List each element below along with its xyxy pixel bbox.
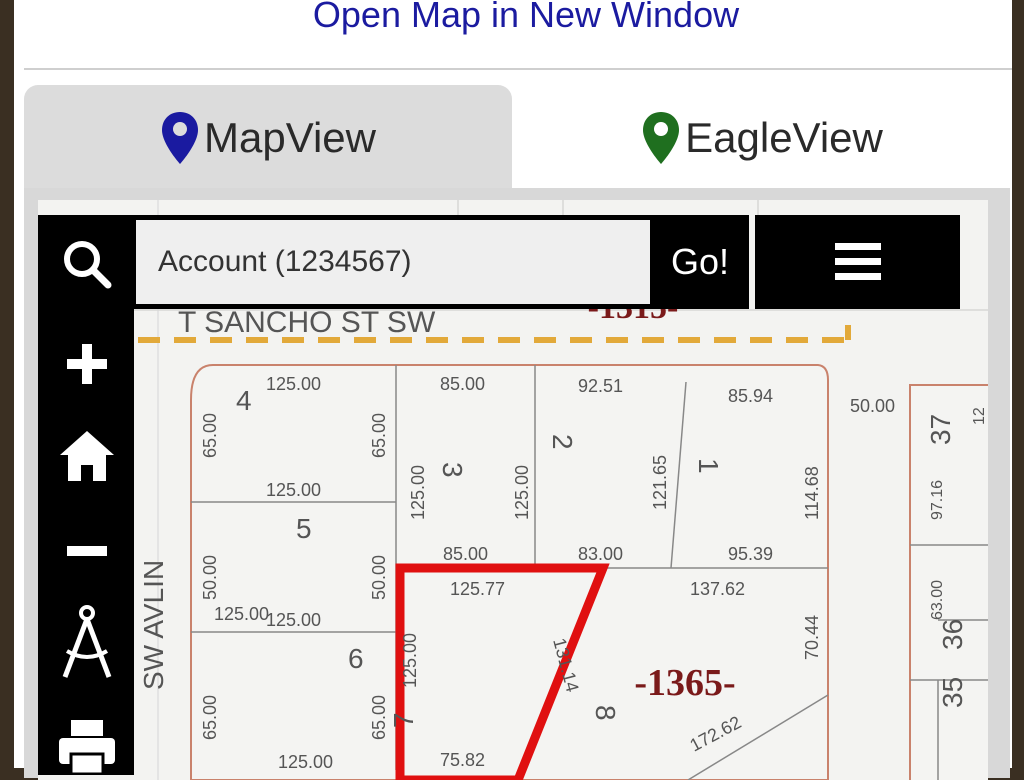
dimension-label: 65.00	[369, 413, 389, 458]
dimension-label: 12	[971, 407, 988, 425]
lot-number: 7	[388, 712, 419, 728]
dimension-label: 125.77	[450, 579, 505, 599]
search-icon[interactable]	[52, 233, 122, 295]
lot-number: 1	[693, 458, 724, 474]
dimension-label: 65.00	[200, 695, 220, 740]
dimension-label: 75.82	[440, 750, 485, 770]
dimension-label: 85.94	[728, 386, 773, 406]
dimension-label: 50.00	[200, 555, 220, 600]
dimension-label: 63.00	[929, 580, 946, 620]
dimension-label: 125.00	[408, 465, 428, 520]
zoom-in-icon[interactable]	[52, 333, 122, 395]
measure-compass-icon[interactable]	[52, 605, 122, 678]
dimension-label: 97.16	[929, 480, 946, 520]
tab-mapview-label: MapView	[204, 113, 376, 161]
lot-number: 4	[236, 385, 252, 416]
hamburger-menu-icon	[834, 243, 881, 280]
dimension-label: 85.00	[440, 374, 485, 394]
dimension-label: 125.00	[278, 752, 333, 772]
go-button[interactable]: Go!	[652, 220, 748, 304]
tab-mapview[interactable]: MapView	[24, 85, 512, 190]
block-main-label: -1365-	[634, 662, 735, 704]
divider	[24, 68, 1012, 70]
map-toolbar	[38, 215, 134, 775]
dimension-label: 125.00	[400, 633, 420, 688]
account-search-input[interactable]	[136, 220, 650, 304]
tab-eagleview[interactable]: EagleView	[512, 85, 1012, 190]
lot-number: 3	[437, 462, 468, 478]
lot-number: 6	[348, 643, 364, 674]
dimension-label: 70.44	[802, 615, 822, 660]
dimension-label: 95.39	[728, 544, 773, 564]
lot-number: 8	[590, 705, 621, 721]
lot-number: 5	[296, 513, 312, 544]
dimension-label: 50.00	[850, 396, 895, 416]
dimension-label: 50.00	[369, 555, 389, 600]
dimension-label: 121.65	[650, 455, 670, 510]
dimension-label: 85.00	[443, 544, 488, 564]
dimension-label: 125.00	[214, 604, 269, 624]
lot-number: 36	[937, 619, 968, 650]
dimension-label: 65.00	[369, 695, 389, 740]
map-pin-icon	[643, 111, 680, 164]
lot-number: 35	[937, 677, 968, 708]
dimension-label: 125.00	[266, 610, 321, 630]
lot-number: 37	[925, 414, 956, 445]
dimension-label: 65.00	[200, 413, 220, 458]
dimension-label: 125.00	[266, 480, 321, 500]
map-pin-icon	[162, 111, 198, 164]
home-icon[interactable]	[52, 425, 122, 487]
menu-button[interactable]	[755, 215, 960, 309]
dimension-label: 114.68	[802, 466, 822, 520]
street-name-label: T SANCHO ST SW	[178, 306, 436, 339]
lot-number: 2	[547, 434, 578, 450]
dimension-label: 92.51	[578, 376, 623, 396]
dimension-label: 125.00	[512, 465, 532, 520]
side-street-label: SW AVLIN	[138, 560, 169, 690]
tab-eagleview-label: EagleView	[685, 113, 883, 161]
dimension-label: 83.00	[578, 544, 623, 564]
dimension-label: 125.00	[266, 374, 321, 394]
zoom-out-icon[interactable]	[52, 520, 122, 582]
dimension-label: 137.62	[690, 579, 745, 599]
open-map-new-window-link[interactable]: Open Map in New Window	[14, 0, 1012, 36]
